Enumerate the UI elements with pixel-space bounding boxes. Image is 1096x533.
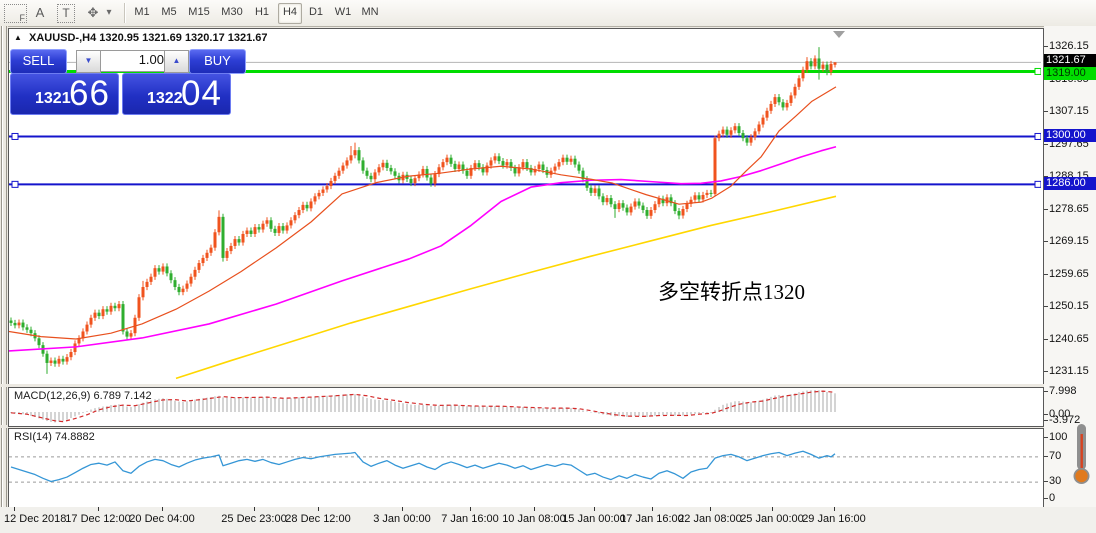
time-tick-label: 12 Dec 2018 <box>4 513 67 525</box>
cursor-dropdown-icon[interactable]: ▾ <box>103 4 115 21</box>
rsi-axis-label: 100 <box>1043 431 1068 443</box>
rsi-axis-label: 30 <box>1043 475 1062 487</box>
time-tick-label: 3 Jan 00:00 <box>373 513 431 525</box>
time-tick <box>834 507 835 511</box>
sell-button[interactable]: SELL <box>10 49 67 74</box>
time-tick-label: 17 Dec 12:00 <box>65 513 131 525</box>
time-tick <box>14 507 15 511</box>
price-badge: 1286.00 <box>1044 177 1096 190</box>
one-click-trading-panel: SELL ▼ 1.00 ▲ BUY 1321 66 1322 04 <box>10 48 246 115</box>
time-tick <box>710 507 711 511</box>
timeframe-button-m15[interactable]: M15 <box>185 3 213 22</box>
volume-input[interactable]: 1.00 <box>100 50 169 72</box>
volume-decrease-button[interactable]: ▼ <box>76 50 101 73</box>
time-tick <box>318 507 319 511</box>
mt4-window: F A T ✥ ▾ M1 M5 M15 M30 H1 H4 D1 W1 MN ▲ XAUUSD-… <box>0 0 1096 533</box>
time-tick <box>594 507 595 511</box>
timeframe-button-d1[interactable]: D1 <box>305 3 327 22</box>
time-tick-label: 28 Dec 12:00 <box>285 513 351 525</box>
time-tick <box>534 507 535 511</box>
timeframe-button-mn[interactable]: MN <box>359 3 381 22</box>
buy-price-big: 04 <box>181 74 222 113</box>
price-tick-label: 1259.65 <box>1044 267 1089 280</box>
chart-title: ▲ XAUUSD-,H4 1320.95 1321.69 1320.17 132… <box>14 32 268 44</box>
cursor-mode-icon[interactable]: ✥ <box>84 4 102 21</box>
ohlc-high: 1321.69 <box>142 32 182 44</box>
thermometer-icon <box>1073 424 1090 484</box>
price-tick-label: 1307.15 <box>1044 105 1089 117</box>
rsi-axis-label: 70 <box>1043 450 1062 462</box>
macd-pane[interactable] <box>8 387 1044 427</box>
price-tick-label: 1326.15 <box>1044 40 1089 52</box>
time-tick <box>98 507 99 511</box>
collapse-panel-icon[interactable]: ▲ <box>14 33 22 42</box>
time-tick-label: 20 Dec 04:00 <box>129 513 195 525</box>
time-tick <box>652 507 653 511</box>
buy-price-box[interactable]: 1322 04 <box>122 73 231 115</box>
buy-button[interactable]: BUY <box>189 49 246 74</box>
ohlc-low: 1320.17 <box>184 32 225 44</box>
time-tick <box>470 507 471 511</box>
price-badge: 1319.00 <box>1044 67 1096 80</box>
trend-annotation: 多空转折点1320 <box>658 280 805 304</box>
price-badge: 1321.67 <box>1044 54 1096 67</box>
time-tick <box>772 507 773 511</box>
time-axis[interactable]: 12 Dec 2018 17 Dec 12:00 20 Dec 04:00 25 De… <box>0 507 1096 533</box>
price-tick-label: 1278.65 <box>1044 202 1089 215</box>
chart-shift-icon[interactable]: F <box>4 4 27 23</box>
volume-increase-button[interactable]: ▲ <box>164 50 189 73</box>
rsi-label: RSI(14) 74.8882 <box>14 431 95 443</box>
price-badge: 1300.00 <box>1044 129 1096 142</box>
text-label-icon[interactable]: A <box>32 4 48 21</box>
price-tick-label: 1240.65 <box>1044 332 1089 345</box>
macd-plot <box>10 390 836 423</box>
window-edge <box>0 26 8 533</box>
price-tick-label: 1231.15 <box>1044 365 1089 377</box>
text-box-icon[interactable]: T <box>57 4 75 23</box>
price-tick-label: 1269.15 <box>1044 235 1089 247</box>
sell-price-box[interactable]: 1321 66 <box>10 73 119 115</box>
time-tick-label: 25 Dec 23:00 <box>221 513 287 525</box>
time-tick-label: 7 Jan 16:00 <box>441 513 499 525</box>
timeframe-button-m5[interactable]: M5 <box>158 3 180 22</box>
timeframe-button-h1[interactable]: H1 <box>251 3 273 22</box>
time-tick <box>402 507 403 511</box>
sell-price-big: 66 <box>69 74 110 113</box>
time-tick <box>162 507 163 511</box>
time-tick-label: 29 Jan 16:00 <box>802 513 866 525</box>
macd-label: MACD(12,26,9) 6.789 7.142 <box>14 390 152 402</box>
timeframe-button-h4[interactable]: H4 <box>278 3 302 24</box>
time-tick <box>254 507 255 511</box>
symbol-label: XAUUSD-,H4 <box>28 32 97 44</box>
toolbar-separator <box>124 3 126 23</box>
timeframe-button-w1[interactable]: W1 <box>332 3 354 22</box>
rsi-plot <box>9 450 1041 483</box>
buy-price-small: 1322 <box>147 90 183 107</box>
timeframe-button-m1[interactable]: M1 <box>131 3 153 22</box>
macd-axis-label: 7.998 <box>1044 385 1077 397</box>
rsi-axis-label: 0 <box>1043 492 1056 504</box>
timeframe-button-m30[interactable]: M30 <box>218 3 246 22</box>
sell-price-small: 1321 <box>35 90 71 107</box>
rsi-pane[interactable] <box>8 428 1044 509</box>
toolbar: F A T ✥ ▾ M1 M5 M15 M30 H1 H4 D1 W1 MN <box>0 0 1096 27</box>
ohlc-open: 1320.95 <box>99 32 140 44</box>
price-tick-label: 1250.15 <box>1044 300 1089 312</box>
ohlc-close: 1321.67 <box>227 32 268 44</box>
